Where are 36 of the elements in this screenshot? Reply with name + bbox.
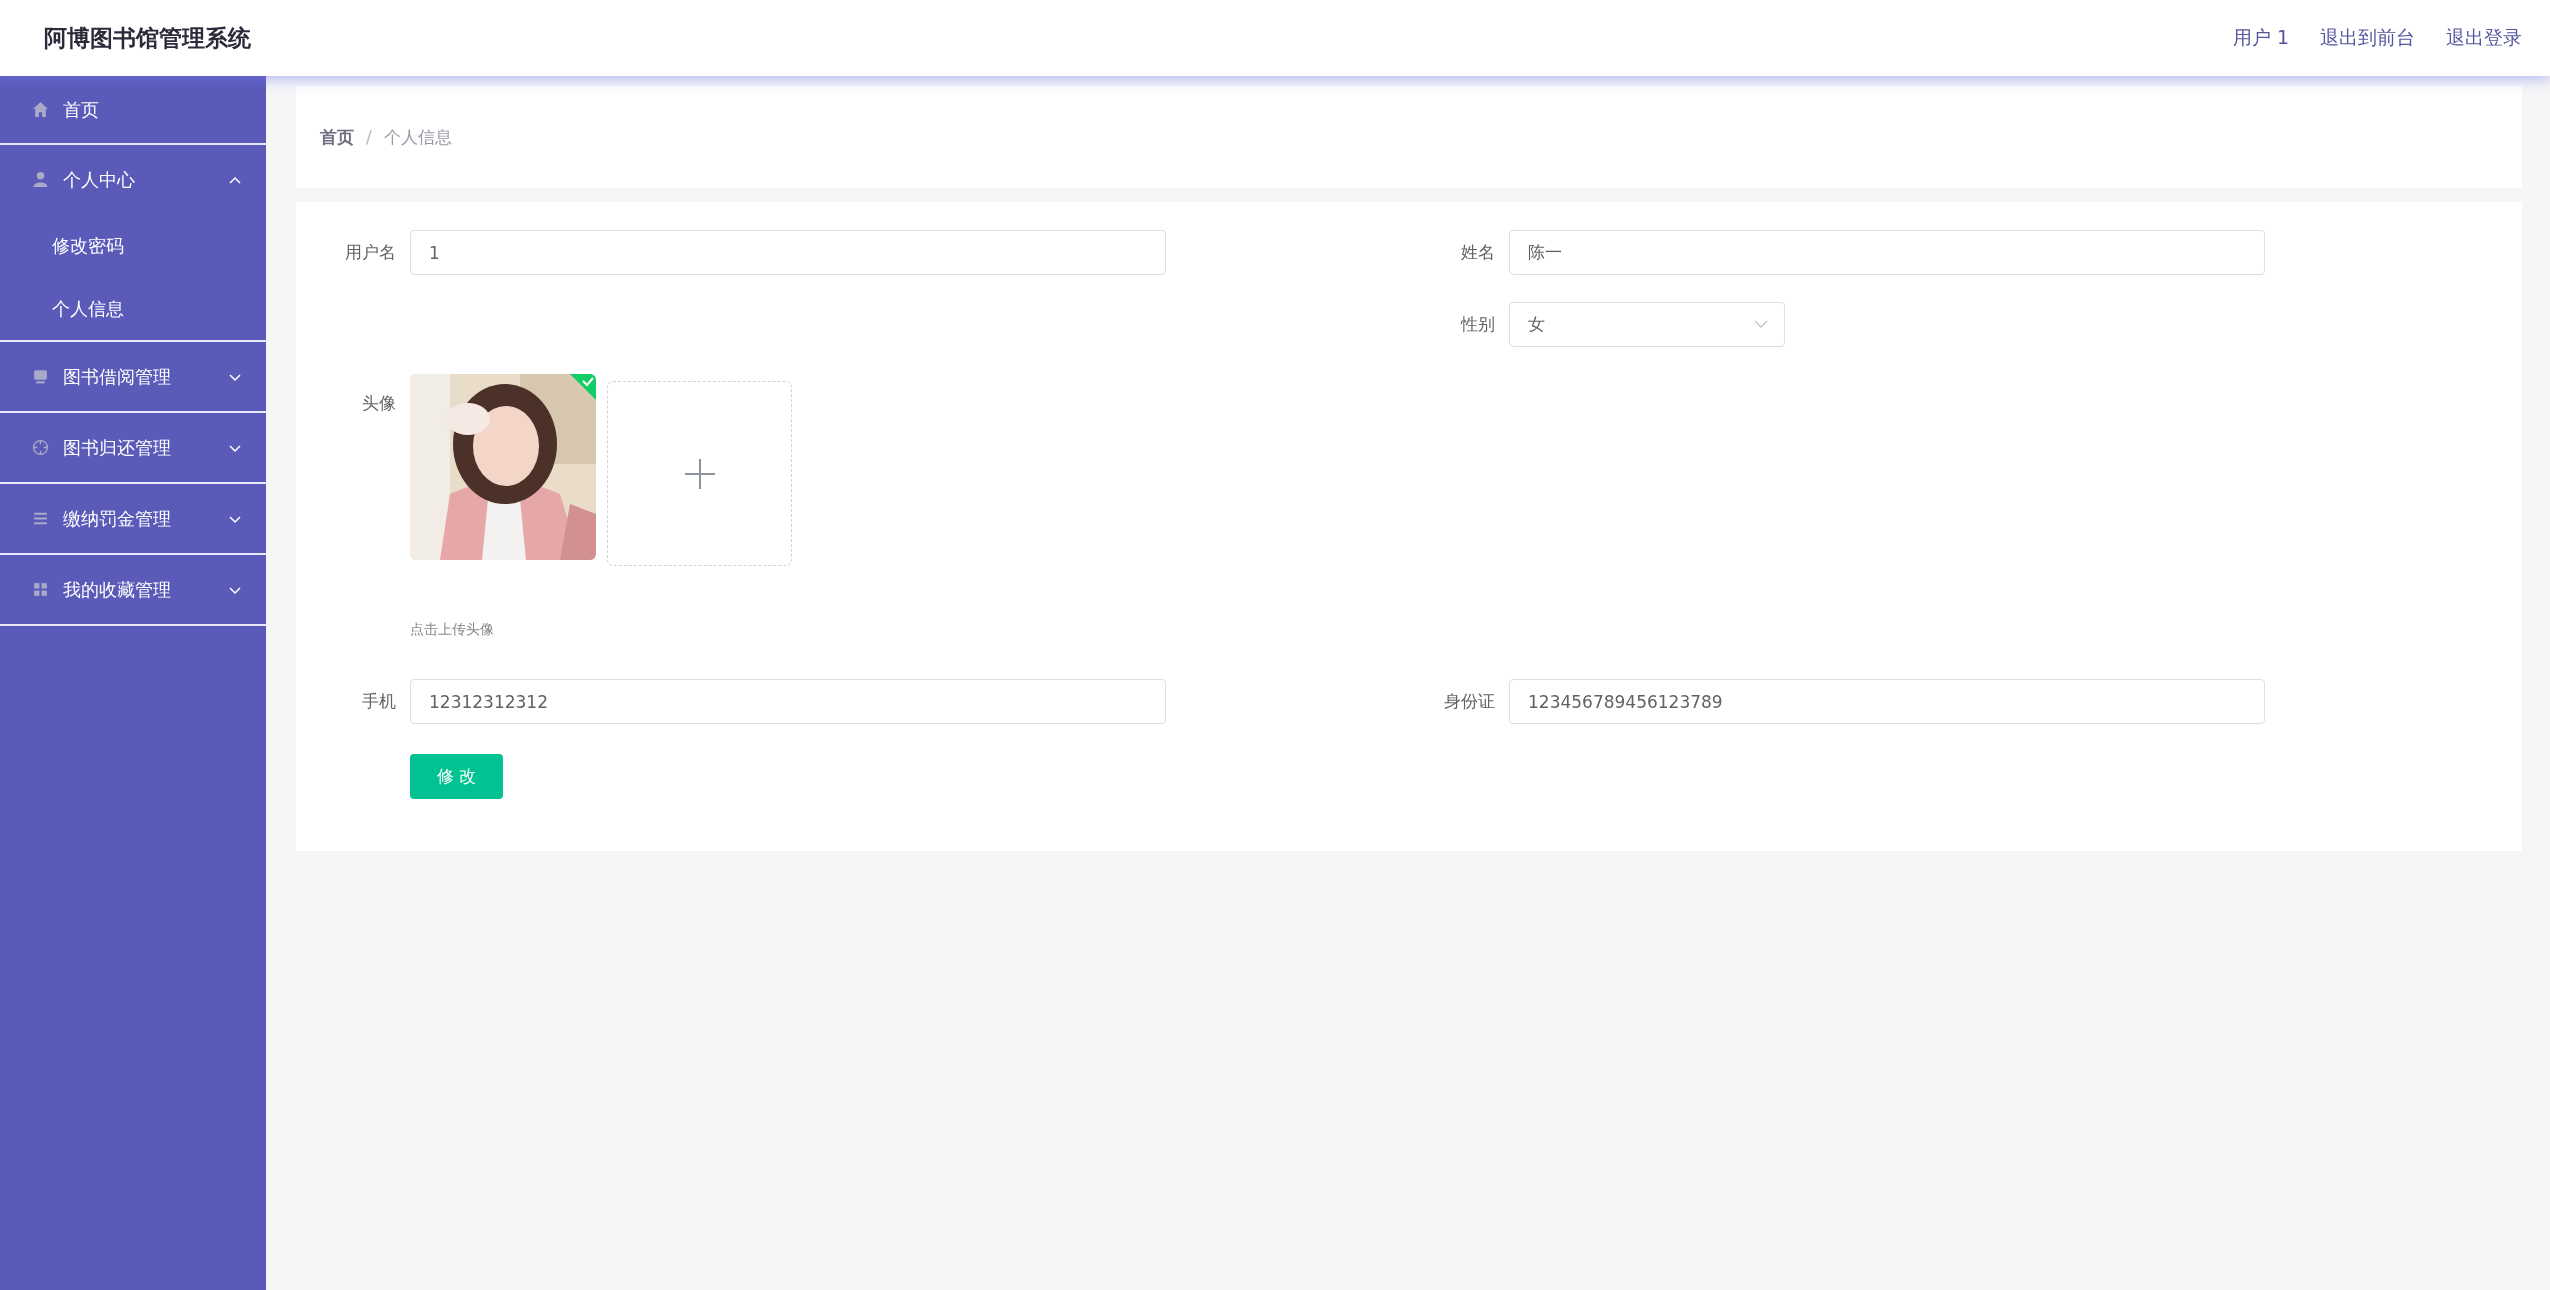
plus-icon — [684, 458, 715, 489]
text-field[interactable]: 123456789456123789 — [1509, 679, 2265, 724]
menu-item[interactable]: 首页 — [0, 76, 266, 143]
upload-hint: 点击上传头像 — [410, 621, 495, 639]
app-title: 阿博图书馆管理系统 — [44, 23, 251, 53]
home-icon — [32, 101, 49, 118]
menu-item[interactable]: 缴纳罚金管理 — [0, 484, 266, 553]
person-icon — [32, 171, 49, 188]
field-label: 性别 — [1459, 313, 1496, 336]
breadcrumb-item: 个人信息 — [383, 125, 452, 149]
submenu-item[interactable]: 个人信息 — [0, 277, 266, 340]
text-field[interactable]: 1 — [410, 230, 1166, 275]
list-icon — [32, 510, 49, 527]
breadcrumb-separator: / — [366, 127, 372, 147]
field-label: 手机 — [361, 690, 397, 713]
menu-item[interactable]: 图书借阅管理 — [0, 342, 266, 411]
upload-box[interactable] — [607, 381, 792, 566]
caret-icon — [1754, 320, 1768, 329]
header-link[interactable]: 退出到前台 — [2320, 25, 2415, 51]
field-label: 用户名 — [344, 241, 397, 264]
field-label: 头像 — [361, 392, 397, 415]
grid-icon — [32, 581, 49, 598]
menu-item[interactable]: 我的收藏管理 — [0, 555, 266, 624]
select-field[interactable]: 女 — [1509, 302, 1785, 347]
breadcrumb-item[interactable]: 首页 — [320, 125, 354, 149]
header-link[interactable]: 退出登录 — [2446, 25, 2522, 51]
crosshair-icon — [32, 439, 49, 456]
submenu-item[interactable]: 修改密码 — [0, 214, 266, 277]
monitor-icon — [32, 368, 49, 385]
menu-item[interactable]: 图书归还管理 — [0, 413, 266, 482]
header-link[interactable]: 用户 1 — [2232, 25, 2289, 51]
text-field[interactable]: 陈一 — [1509, 230, 2265, 275]
field-label: 姓名 — [1460, 241, 1496, 264]
text-field[interactable]: 12312312312 — [410, 679, 1166, 724]
menu-item[interactable]: 个人中心 — [0, 145, 266, 214]
field-label: 身份证 — [1443, 690, 1496, 713]
